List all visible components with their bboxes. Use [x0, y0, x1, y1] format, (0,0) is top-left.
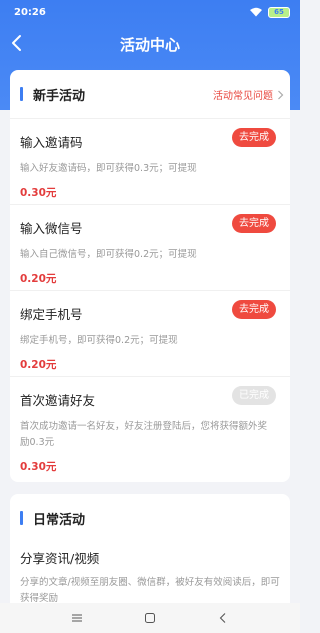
- task-reward: 0.20元: [20, 273, 57, 285]
- chevron-right-icon: [278, 90, 284, 99]
- task-reward: 0.20元: [20, 359, 57, 371]
- faq-label: 活动常见问题: [213, 91, 273, 102]
- wifi-icon: [250, 7, 262, 17]
- system-navigation-bar: [0, 603, 300, 633]
- battery-level: 65: [274, 7, 284, 16]
- task-item: 首次邀请好友 首次成功邀请一名好友，好友注册登陆后，您将获得额外奖励0.3元 0…: [10, 376, 290, 482]
- task-description: 输入好友邀请码，即可获得0.3元；可提现: [20, 163, 197, 174]
- task-completed-badge: 已完成: [232, 386, 276, 405]
- task-description: 输入自己微信号，即可获得0.2元；可提现: [20, 249, 197, 260]
- task-description: 首次成功邀请一名好友，好友注册登陆后，您将获得额外奖励0.3元: [20, 421, 268, 448]
- section-title: 日常活动: [33, 512, 86, 528]
- newbie-activities-card: 新手活动 活动常见问题 输入邀请码 输入好友邀请码，即可获得0.3元；可提现 0…: [10, 70, 290, 482]
- faq-link[interactable]: 活动常见问题: [213, 87, 284, 102]
- status-time: 20:26: [14, 6, 46, 18]
- back-nav-icon[interactable]: [217, 612, 229, 624]
- task-item: 绑定手机号 绑定手机号，即可获得0.2元；可提现 0.20元 去完成: [10, 290, 290, 376]
- status-bar: 20:26 65: [0, 0, 300, 24]
- task-item: 输入微信号 输入自己微信号，即可获得0.2元；可提现 0.20元 去完成: [10, 204, 290, 290]
- task-description: 绑定手机号，即可获得0.2元；可提现: [20, 335, 178, 346]
- task-go-button[interactable]: 去完成: [232, 128, 276, 147]
- page-title: 活动中心: [119, 35, 180, 54]
- task-item: 输入邀请码 输入好友邀请码，即可获得0.3元；可提现 0.30元 去完成: [10, 118, 290, 204]
- section-header: 日常活动: [10, 494, 290, 542]
- section-accent-bar: [20, 511, 23, 525]
- task-reward: 0.30元: [20, 187, 57, 199]
- status-icons: 65: [249, 6, 290, 18]
- home-icon[interactable]: [144, 612, 156, 624]
- task-title: 分享资讯/视频: [20, 551, 100, 566]
- task-reward: 0.30元: [20, 461, 57, 473]
- section-header: 新手活动 活动常见问题: [10, 70, 290, 118]
- battery-icon: 65: [268, 6, 290, 18]
- back-icon[interactable]: [10, 32, 24, 54]
- menu-icon[interactable]: [71, 612, 83, 624]
- task-go-button[interactable]: 去完成: [232, 300, 276, 319]
- header: 活动中心: [0, 24, 300, 64]
- section-accent-bar: [20, 87, 23, 101]
- task-go-button[interactable]: 去完成: [232, 214, 276, 233]
- section-title: 新手活动: [33, 88, 86, 104]
